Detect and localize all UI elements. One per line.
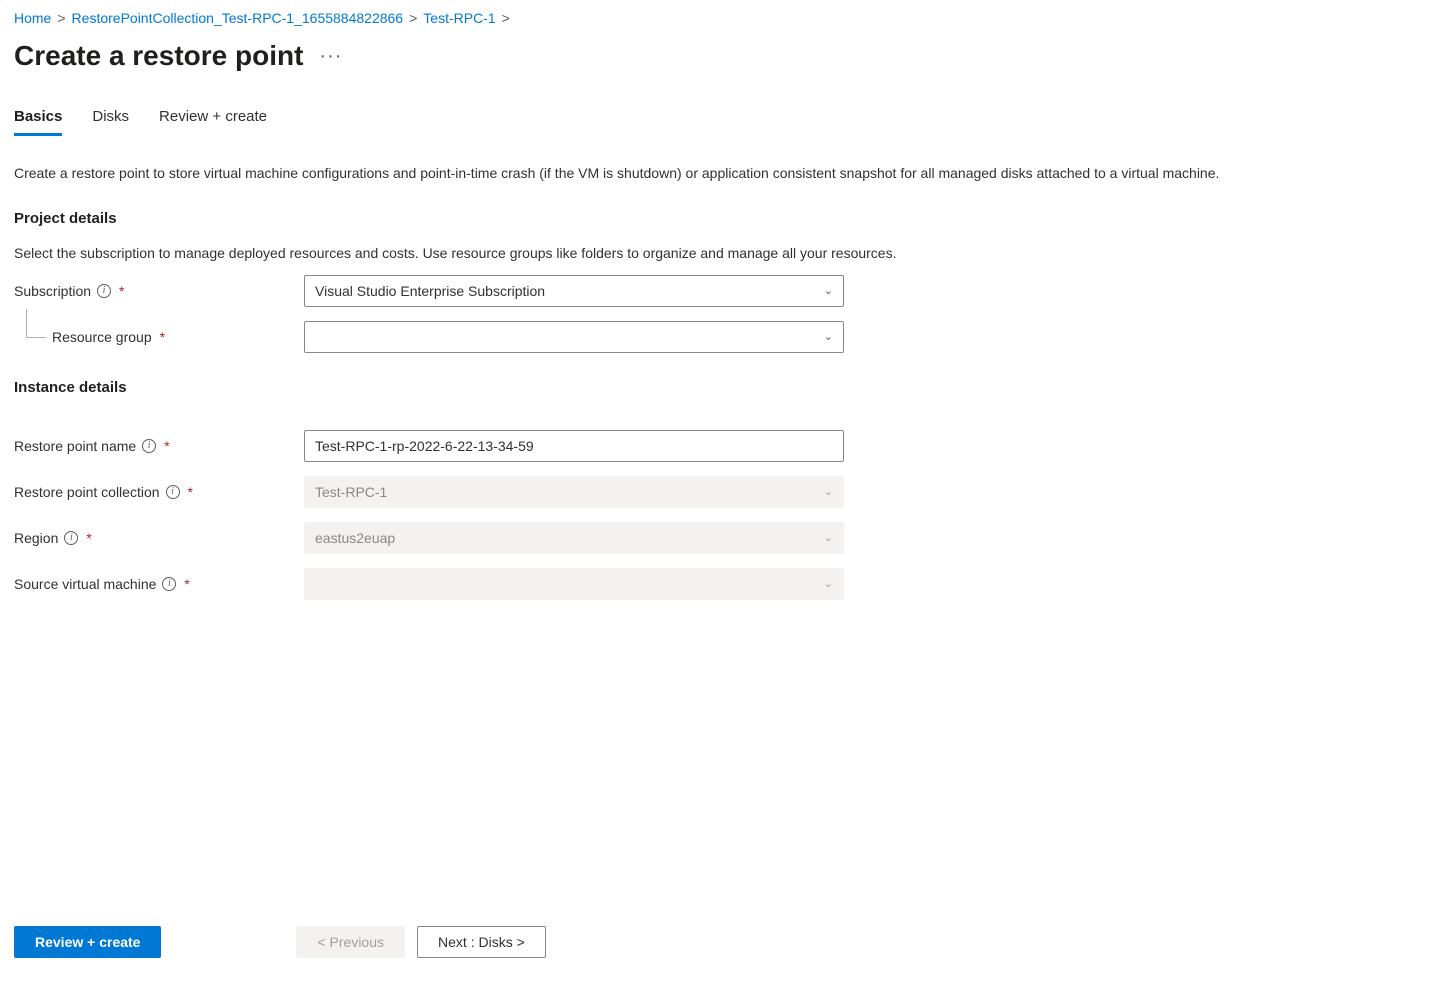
instance-details-header: Instance details [14,379,1415,396]
region-value: eastus2euap [315,530,395,546]
tabs: Basics Disks Review + create [14,108,1415,136]
source-vm-select: ⌄ [304,568,844,600]
resource-group-label-cell: Resource group * [14,329,304,345]
page-title: Create a restore point [14,40,303,72]
restore-point-name-label-cell: Restore point name i * [14,438,304,454]
breadcrumb-home[interactable]: Home [14,10,51,26]
chevron-down-icon: ⌄ [824,531,833,544]
subscription-select[interactable]: Visual Studio Enterprise Subscription ⌄ [304,275,844,307]
restore-point-name-input-wrap [304,430,844,462]
title-row: Create a restore point ··· [14,40,1415,72]
chevron-down-icon: ⌄ [824,485,833,498]
breadcrumb-resource[interactable]: Test-RPC-1 [423,10,495,26]
required-indicator: * [184,576,189,592]
region-label-cell: Region i * [14,530,304,546]
required-indicator: * [164,438,169,454]
region-label: Region [14,530,58,546]
breadcrumb: Home > RestorePointCollection_Test-RPC-1… [14,10,1415,26]
info-icon[interactable]: i [162,577,176,591]
subscription-label: Subscription [14,283,91,299]
restore-point-name-label: Restore point name [14,438,136,454]
restore-point-name-row: Restore point name i * [14,430,1415,462]
previous-button: < Previous [296,926,405,958]
breadcrumb-collection[interactable]: RestorePointCollection_Test-RPC-1_165588… [72,10,404,26]
project-details-subtext: Select the subscription to manage deploy… [14,245,1415,261]
info-icon[interactable]: i [97,284,111,298]
chevron-down-icon: ⌄ [824,330,833,343]
chevron-right-icon: > [502,10,510,26]
chevron-right-icon: > [57,10,65,26]
region-select: eastus2euap ⌄ [304,522,844,554]
info-icon[interactable]: i [166,485,180,499]
tab-disks[interactable]: Disks [92,108,129,136]
source-vm-row: Source virtual machine i * ⌄ [14,568,1415,600]
subscription-label-cell: Subscription i * [14,283,304,299]
info-icon[interactable]: i [142,439,156,453]
required-indicator: * [119,283,124,299]
required-indicator: * [160,329,165,345]
subscription-row: Subscription i * Visual Studio Enterpris… [14,275,1415,307]
project-details-header: Project details [14,210,1415,227]
chevron-down-icon: ⌄ [824,577,833,590]
content-basics: Create a restore point to store virtual … [14,164,1415,600]
info-icon[interactable]: i [64,531,78,545]
restore-point-collection-label: Restore point collection [14,484,160,500]
source-vm-label-cell: Source virtual machine i * [14,576,304,592]
description-text: Create a restore point to store virtual … [14,164,1415,184]
resource-group-select[interactable]: ⌄ [304,321,844,353]
tab-basics[interactable]: Basics [14,108,62,136]
more-icon[interactable]: ··· [319,45,342,68]
tab-review-create[interactable]: Review + create [159,108,267,136]
resource-group-row: Resource group * ⌄ [14,321,1415,353]
review-create-button[interactable]: Review + create [14,926,161,958]
next-button[interactable]: Next : Disks > [417,926,546,958]
source-vm-label: Source virtual machine [14,576,156,592]
subscription-value: Visual Studio Enterprise Subscription [315,283,545,299]
restore-point-collection-value: Test-RPC-1 [315,484,387,500]
region-row: Region i * eastus2euap ⌄ [14,522,1415,554]
restore-point-collection-row: Restore point collection i * Test-RPC-1 … [14,476,1415,508]
restore-point-name-input[interactable] [315,438,833,454]
chevron-right-icon: > [409,10,417,26]
restore-point-collection-select: Test-RPC-1 ⌄ [304,476,844,508]
required-indicator: * [86,530,91,546]
resource-group-label: Resource group [52,329,152,345]
chevron-down-icon: ⌄ [824,284,833,297]
restore-point-collection-label-cell: Restore point collection i * [14,484,304,500]
footer: Review + create < Previous Next : Disks … [14,926,1415,958]
required-indicator: * [188,484,193,500]
